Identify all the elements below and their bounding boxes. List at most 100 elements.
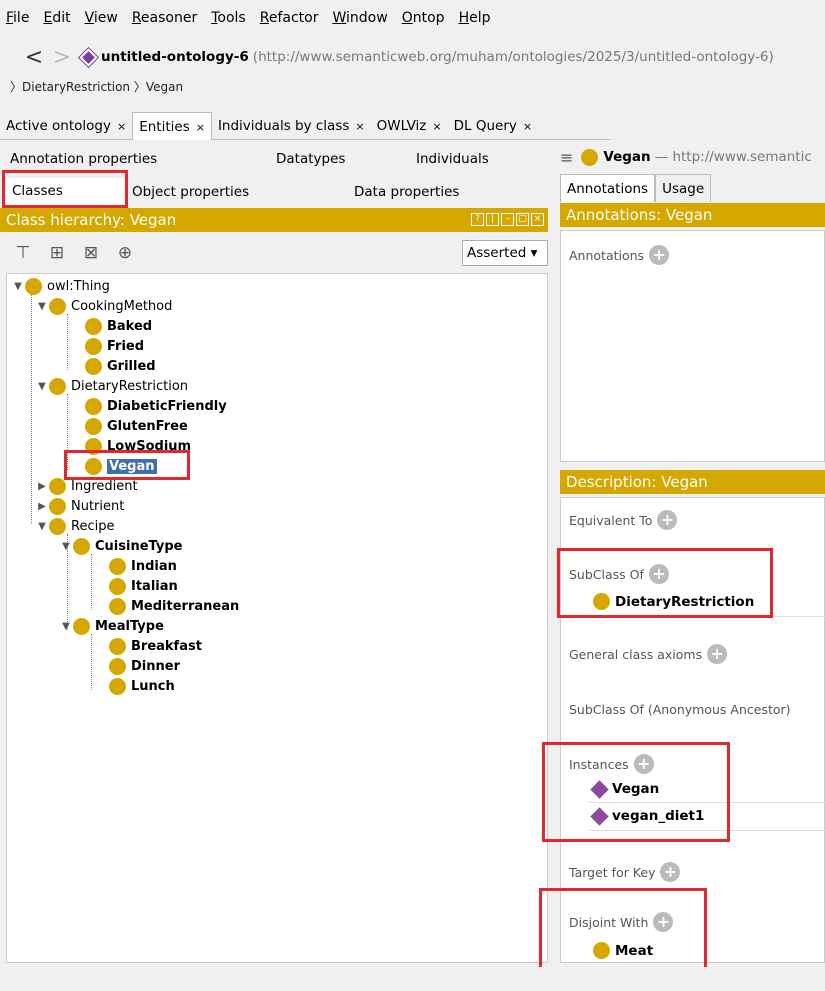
- maximize-icon[interactable]: □: [516, 213, 529, 226]
- tree-connector: [31, 294, 32, 524]
- menu-ontop[interactable]: Ontop: [402, 10, 445, 26]
- tree-node-dinner[interactable]: Dinner: [109, 656, 180, 676]
- tree-node-nutrient[interactable]: ▶ Nutrient: [35, 496, 124, 516]
- tree-node-label: DietaryRestriction: [71, 378, 189, 394]
- highlight-box: [64, 450, 190, 480]
- tab-owlviz[interactable]: OWLViz ×: [371, 112, 448, 140]
- highlight-box: [2, 170, 128, 208]
- tab-entities[interactable]: Entities ×: [132, 111, 212, 140]
- class-icon: [85, 337, 102, 355]
- class-icon: [25, 277, 42, 295]
- tree-node-grilled[interactable]: Grilled: [85, 356, 156, 376]
- tree-node-label: DiabeticFriendly: [107, 398, 227, 414]
- tree-node-indian[interactable]: Indian: [109, 556, 177, 576]
- tree-node-mediterranean[interactable]: Mediterranean: [109, 596, 239, 616]
- hierarchy-mode-select[interactable]: Asserted ▾: [462, 240, 548, 266]
- expand-toggle[interactable]: ▼: [35, 521, 49, 532]
- close-icon[interactable]: ×: [196, 121, 205, 134]
- tree-node-diabeticfriendly[interactable]: DiabeticFriendly: [85, 396, 227, 416]
- close-view-icon[interactable]: ×: [531, 213, 544, 226]
- tree-node-glutenfree[interactable]: GlutenFree: [85, 416, 188, 436]
- back-button[interactable]: <: [20, 45, 48, 70]
- menu-help[interactable]: Help: [459, 10, 491, 26]
- minimize-icon[interactable]: –: [501, 213, 514, 226]
- close-icon[interactable]: ×: [355, 120, 364, 133]
- description-header: Description: Vegan: [560, 470, 825, 494]
- add-equivalent-button[interactable]: +: [657, 510, 678, 530]
- class-icon: [49, 377, 66, 395]
- tree-node-label: Breakfast: [131, 638, 202, 654]
- menu-tools[interactable]: Tools: [211, 10, 246, 26]
- tree-node-cookingmethod[interactable]: ▼ CookingMethod: [35, 296, 172, 316]
- tab-annotations[interactable]: Annotations: [560, 174, 656, 202]
- tab-dl-query[interactable]: DL Query ×: [448, 112, 538, 140]
- tree-node-cuisinetype[interactable]: ▼ CuisineType: [59, 536, 182, 556]
- breadcrumb[interactable]: 〉DietaryRestriction 〉Vegan: [10, 78, 183, 95]
- tree-node-label: Dinner: [131, 658, 180, 674]
- expand-toggle[interactable]: ▼: [35, 301, 49, 312]
- view-controls: ? | – □ ×: [469, 213, 544, 226]
- tree-connector: [91, 554, 92, 610]
- add-subclass-icon[interactable]: ⊤: [12, 242, 34, 264]
- hamburger-menu-icon[interactable]: ≡: [560, 148, 573, 167]
- add-sibling-icon[interactable]: ⊞: [46, 242, 68, 264]
- equivalent-to-section: Equivalent To +: [569, 510, 678, 530]
- class-hierarchy-header: Class hierarchy: Vegan ? | – □ ×: [0, 208, 548, 232]
- expand-toggle[interactable]: ▶: [35, 481, 49, 492]
- tree-node-mealtype[interactable]: ▼ MealType: [59, 616, 164, 636]
- expand-toggle[interactable]: ▼: [35, 381, 49, 392]
- menu-window[interactable]: Window: [332, 10, 387, 26]
- subtab-individuals[interactable]: Individuals: [416, 151, 489, 167]
- menu-reasoner[interactable]: Reasoner: [132, 10, 197, 26]
- entity-iri: — http://www.semantic: [654, 149, 812, 165]
- tree-node-owl-thing[interactable]: ▼ owl:Thing: [11, 276, 110, 296]
- close-icon[interactable]: ×: [523, 120, 532, 133]
- class-icon: [85, 317, 102, 335]
- forward-button[interactable]: >: [48, 45, 76, 70]
- highlight-box: [557, 548, 773, 618]
- split-icon[interactable]: |: [486, 213, 499, 226]
- tree-node-italian[interactable]: Italian: [109, 576, 178, 596]
- class-icon: [109, 577, 126, 595]
- expand-toggle[interactable]: ▼: [11, 281, 25, 292]
- tree-node-recipe[interactable]: ▼ Recipe: [35, 516, 114, 536]
- tab-active-ontology[interactable]: Active ontology ×: [0, 112, 132, 140]
- menu-file[interactable]: File: [6, 10, 29, 26]
- tree-node-dietaryrestriction[interactable]: ▼ DietaryRestriction: [35, 376, 188, 396]
- subtab-object-properties[interactable]: Object properties: [132, 184, 249, 200]
- subtab-annotation-properties[interactable]: Annotation properties: [10, 151, 157, 167]
- close-icon[interactable]: ×: [432, 120, 441, 133]
- tree-node-label: GlutenFree: [107, 418, 188, 434]
- tree-node-breakfast[interactable]: Breakfast: [109, 636, 202, 656]
- help-icon[interactable]: ?: [471, 213, 484, 226]
- menu-edit[interactable]: Edit: [43, 10, 70, 26]
- class-icon: [49, 517, 66, 535]
- expand-toggle[interactable]: ▼: [59, 621, 73, 632]
- expand-toggle[interactable]: ▶: [35, 501, 49, 512]
- annotations-label: Annotations: [569, 247, 645, 263]
- tree-node-label: Recipe: [71, 518, 115, 534]
- tree-node-label: Ingredient: [71, 478, 138, 494]
- anonymous-ancestor-label: SubClass Of (Anonymous Ancestor): [569, 702, 791, 717]
- subtab-datatypes[interactable]: Datatypes: [276, 151, 345, 167]
- add-key-button[interactable]: +: [660, 862, 681, 882]
- close-icon[interactable]: ×: [117, 120, 126, 133]
- expand-toggle[interactable]: ▼: [59, 541, 73, 552]
- menu-view[interactable]: View: [85, 10, 118, 26]
- tree-node-lunch[interactable]: Lunch: [109, 676, 175, 696]
- tree-node-label: CuisineType: [95, 538, 183, 554]
- tree-node-fried[interactable]: Fried: [85, 336, 144, 356]
- tab-individuals-by-class[interactable]: Individuals by class ×: [212, 112, 371, 140]
- active-ontology-id: untitled-ontology-6 (http://www.semantic…: [79, 47, 774, 67]
- subtab-data-properties[interactable]: Data properties: [354, 184, 459, 200]
- class-icon: [85, 417, 102, 435]
- find-icon[interactable]: ⊕: [114, 242, 136, 264]
- general-axioms-label: General class axioms: [569, 646, 703, 662]
- menu-bar: File Edit View Reasoner Tools Refactor W…: [0, 0, 825, 36]
- add-general-axiom-button[interactable]: +: [707, 644, 728, 664]
- delete-class-icon[interactable]: ⊠: [80, 242, 102, 264]
- add-annotation-button[interactable]: +: [649, 245, 670, 265]
- tab-usage[interactable]: Usage: [655, 174, 712, 202]
- menu-refactor[interactable]: Refactor: [260, 10, 319, 26]
- tree-node-baked[interactable]: Baked: [85, 316, 152, 336]
